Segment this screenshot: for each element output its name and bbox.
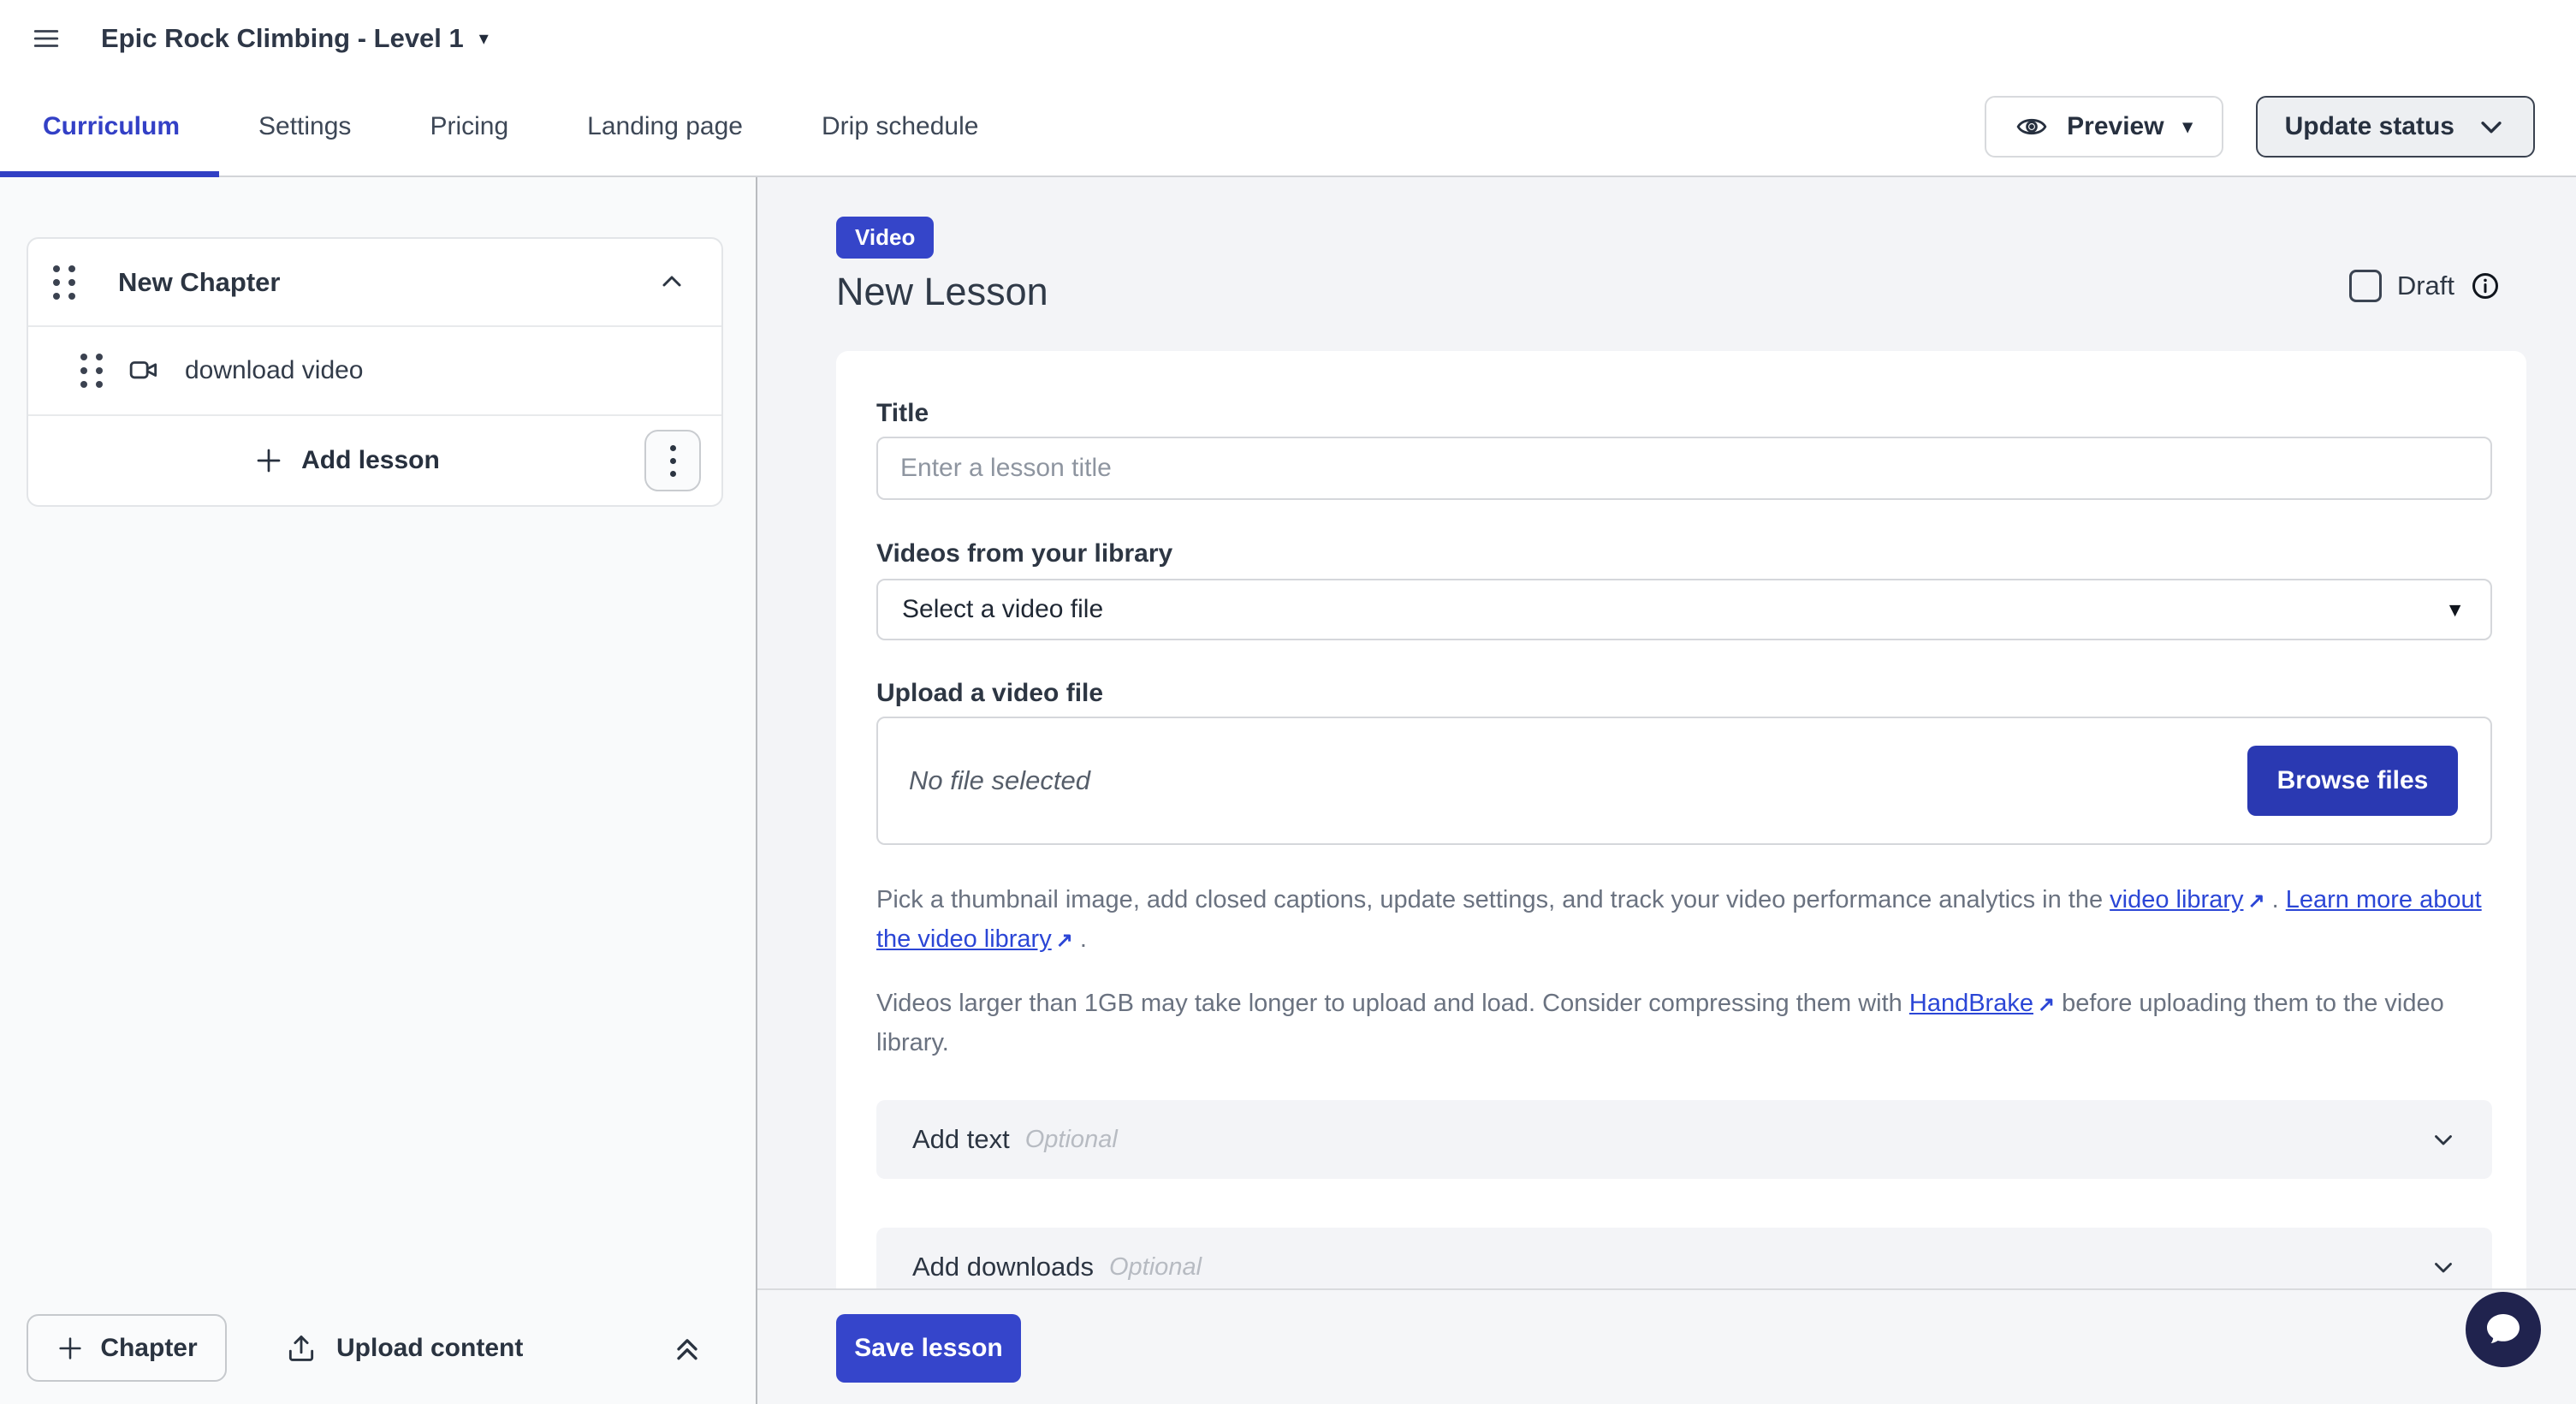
external-link-icon: ↗ bbox=[2038, 985, 2055, 1024]
chevron-up-icon bbox=[656, 267, 687, 298]
upload-video-label: Upload a video file bbox=[876, 679, 2492, 708]
video-library-link[interactable]: video library↗ bbox=[2110, 886, 2264, 913]
video-camera-icon bbox=[128, 354, 161, 387]
sidebar-bottom-bar: Chapter Upload content bbox=[0, 1314, 756, 1382]
chapter-title: New Chapter bbox=[118, 267, 280, 298]
lesson-editor: Video New Lesson Draft Title Videos from… bbox=[757, 177, 2576, 1404]
video-file-select[interactable]: Select a video file ▼ bbox=[876, 579, 2492, 640]
upload-icon bbox=[285, 1332, 318, 1365]
add-chapter-label: Chapter bbox=[100, 1334, 197, 1363]
upload-content-button[interactable]: Upload content bbox=[280, 1331, 528, 1365]
add-lesson-button[interactable]: Add lesson bbox=[49, 444, 644, 477]
caret-down-icon: ▾ bbox=[479, 29, 489, 48]
add-downloads-label: Add downloads bbox=[912, 1252, 1094, 1282]
tab-settings[interactable]: Settings bbox=[219, 77, 390, 176]
video-library-label: Videos from your library bbox=[876, 539, 2492, 568]
top-bar: Epic Rock Climbing - Level 1 ▾ bbox=[0, 0, 2576, 77]
lesson-form-card: Title Videos from your library Select a … bbox=[836, 351, 2526, 1404]
chat-bubble-icon bbox=[2483, 1309, 2524, 1350]
help-text: . bbox=[2265, 886, 2286, 913]
drag-handle-icon[interactable] bbox=[80, 354, 103, 388]
app-screen: Epic Rock Climbing - Level 1 ▾ Curriculu… bbox=[0, 0, 2576, 1404]
curriculum-sidebar: New Chapter download video bbox=[0, 177, 757, 1404]
chapter-card: New Chapter download video bbox=[27, 237, 723, 507]
plus-icon bbox=[56, 1334, 85, 1363]
lesson-title-input[interactable] bbox=[876, 437, 2492, 500]
collapse-chapter-button[interactable] bbox=[656, 267, 687, 298]
lesson-type-badge: Video bbox=[836, 217, 934, 259]
compression-help-text: Videos larger than 1GB may take longer t… bbox=[876, 985, 2492, 1062]
chapter-options-button[interactable] bbox=[644, 430, 701, 491]
content-area: New Chapter download video bbox=[0, 177, 2576, 1404]
chevron-down-icon[interactable] bbox=[2429, 1252, 2458, 1282]
tab-drip-schedule[interactable]: Drip schedule bbox=[782, 77, 1018, 176]
lesson-title: download video bbox=[185, 356, 364, 385]
info-icon[interactable] bbox=[2470, 271, 2501, 301]
help-text: Pick a thumbnail image, add closed capti… bbox=[876, 886, 2110, 913]
external-link-icon: ↗ bbox=[2247, 882, 2264, 920]
upload-content-label: Upload content bbox=[336, 1334, 523, 1363]
browse-files-button[interactable]: Browse files bbox=[2247, 746, 2458, 816]
draft-checkbox[interactable] bbox=[2349, 270, 2382, 302]
lesson-row[interactable]: download video bbox=[28, 327, 721, 416]
chapter-header[interactable]: New Chapter bbox=[28, 239, 721, 327]
chevron-down-icon bbox=[2477, 112, 2506, 141]
drag-handle-icon[interactable] bbox=[53, 265, 75, 300]
lesson-header: Video New Lesson Draft bbox=[757, 177, 2576, 351]
course-nav: Curriculum Settings Pricing Landing page… bbox=[0, 77, 2576, 177]
tab-curriculum[interactable]: Curriculum bbox=[0, 77, 219, 176]
handbrake-link[interactable]: HandBrake↗ bbox=[1909, 990, 2055, 1017]
add-chapter-button[interactable]: Chapter bbox=[27, 1314, 227, 1382]
page-title: New Lesson bbox=[836, 270, 2576, 314]
no-file-text: No file selected bbox=[909, 765, 1090, 796]
course-title: Epic Rock Climbing - Level 1 bbox=[101, 23, 464, 54]
nav-actions: Preview ▾ Update status bbox=[1985, 77, 2576, 176]
title-field-label: Title bbox=[876, 399, 2492, 428]
tab-landing-page[interactable]: Landing page bbox=[548, 77, 782, 176]
tab-list: Curriculum Settings Pricing Landing page… bbox=[0, 77, 1018, 176]
preview-label: Preview bbox=[2067, 112, 2163, 141]
preview-button[interactable]: Preview ▾ bbox=[1985, 96, 2223, 158]
eye-icon bbox=[2015, 110, 2048, 143]
double-chevron-up-icon bbox=[670, 1331, 704, 1365]
external-link-icon: ↗ bbox=[1056, 921, 1073, 960]
add-text-section[interactable]: Add text Optional bbox=[876, 1100, 2492, 1179]
chapter-footer: Add lesson bbox=[28, 416, 721, 505]
selected-option: Select a video file bbox=[902, 595, 1103, 624]
help-text: Videos larger than 1GB may take longer t… bbox=[876, 990, 1909, 1017]
update-status-label: Update status bbox=[2285, 112, 2454, 141]
video-library-help-text: Pick a thumbnail image, add closed capti… bbox=[876, 881, 2492, 960]
file-upload-box: No file selected Browse files bbox=[876, 717, 2492, 845]
plus-icon bbox=[253, 445, 284, 476]
select-caret-icon: ▼ bbox=[2445, 598, 2465, 622]
help-text: . bbox=[1073, 925, 1087, 953]
course-switcher[interactable]: Epic Rock Climbing - Level 1 ▾ bbox=[101, 23, 489, 54]
caret-down-icon: ▾ bbox=[2183, 117, 2193, 136]
tab-pricing[interactable]: Pricing bbox=[390, 77, 548, 176]
kebab-icon bbox=[670, 445, 676, 477]
chat-widget-button[interactable] bbox=[2466, 1292, 2541, 1367]
optional-hint: Optional bbox=[1109, 1253, 1202, 1282]
hamburger-menu-icon[interactable] bbox=[26, 18, 67, 59]
save-lesson-button[interactable]: Save lesson bbox=[836, 1314, 1021, 1383]
save-footer-bar: Save lesson bbox=[757, 1288, 2576, 1404]
draft-label: Draft bbox=[2397, 271, 2454, 301]
add-text-label: Add text bbox=[912, 1124, 1010, 1155]
optional-hint: Optional bbox=[1025, 1126, 1118, 1154]
chevron-down-icon[interactable] bbox=[2429, 1125, 2458, 1154]
add-lesson-label: Add lesson bbox=[301, 446, 440, 475]
draft-control: Draft bbox=[2349, 270, 2501, 302]
update-status-button[interactable]: Update status bbox=[2256, 96, 2535, 158]
collapse-all-button[interactable] bbox=[670, 1331, 704, 1365]
